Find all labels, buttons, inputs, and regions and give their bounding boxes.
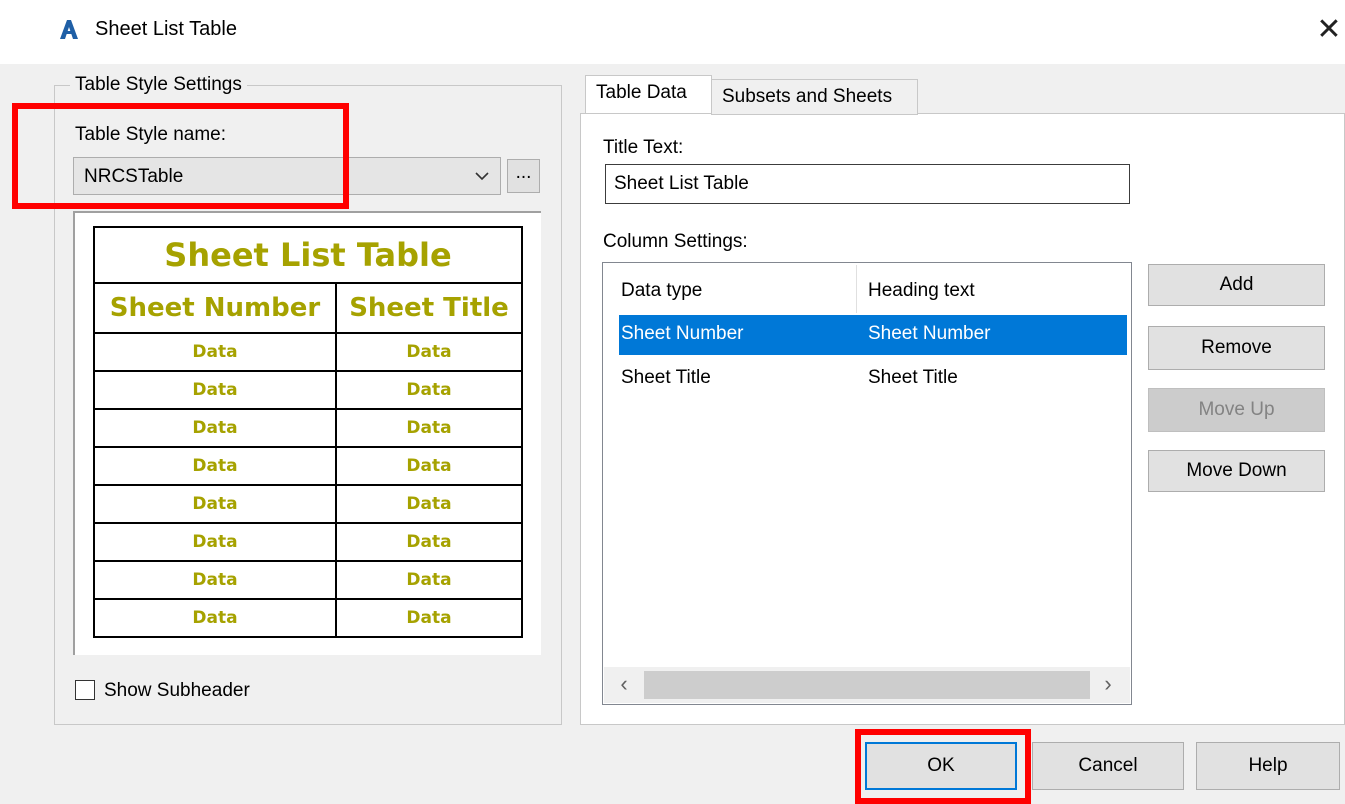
browse-style-button[interactable]: ... [507,159,540,193]
horizontal-scrollbar[interactable]: ‹ › [604,667,1130,703]
preview-header-sheet-title: Sheet Title [335,282,523,334]
tab-table-data[interactable]: Table Data [585,75,712,113]
table-style-value: NRCSTable [84,166,184,187]
autocad-a-icon [60,20,78,39]
preview-data-cell: Data [93,522,337,562]
preview-data-cell: Data [93,598,337,638]
column-header-data-type[interactable]: Data type [621,269,702,313]
cancel-button[interactable]: Cancel [1032,742,1184,790]
list-item[interactable]: Sheet Title Sheet Title [619,359,1127,399]
scroll-left-icon[interactable]: ‹ [606,667,642,703]
window-title: Sheet List Table [95,18,237,40]
preview-data-row: Data Data [93,332,523,372]
preview-data-rows: Data Data Data Data Data Data Data Data Data Data… [93,332,523,638]
table-style-settings-label: Table Style Settings [70,74,247,96]
preview-data-row: Data Data [93,560,523,600]
preview-data-row: Data Data [93,598,523,638]
preview-data-cell: Data [93,370,337,410]
preview-data-cell: Data [335,370,523,410]
scroll-right-icon[interactable]: › [1090,667,1126,703]
column-divider[interactable] [856,265,857,313]
preview-data-cell: Data [335,522,523,562]
close-icon[interactable]: ✕ [1312,10,1345,50]
preview-data-cell: Data [93,484,337,524]
title-text-input[interactable] [614,173,1114,195]
preview-data-row: Data Data [93,522,523,562]
cell-data-type: Sheet Title [621,367,711,388]
cell-heading-text: Sheet Number [868,323,991,344]
title-text-label: Title Text: [603,137,684,158]
preview-data-cell: Data [335,484,523,524]
title-bar: Sheet List Table ✕ [0,0,1345,64]
preview-data-cell: Data [335,560,523,600]
preview-header-sheet-number: Sheet Number [93,282,337,334]
preview-data-row: Data Data [93,446,523,486]
table-style-name-label: Table Style name: [75,124,227,145]
preview-data-cell: Data [335,446,523,486]
ok-button[interactable]: OK [865,742,1017,790]
preview-data-cell: Data [93,560,337,600]
show-subheader-checkbox[interactable] [75,680,95,700]
list-item[interactable]: Sheet Number Sheet Number [619,315,1127,355]
help-button[interactable]: Help [1196,742,1340,790]
scroll-thumb[interactable] [644,671,1090,699]
column-header-heading-text[interactable]: Heading text [868,269,975,313]
preview-data-cell: Data [93,332,337,372]
cell-data-type: Sheet Number [621,323,744,344]
preview-data-cell: Data [335,408,523,448]
show-subheader-label[interactable]: Show Subheader [104,680,250,702]
remove-button[interactable]: Remove [1148,326,1325,370]
title-text-field[interactable] [605,164,1130,204]
add-button[interactable]: Add [1148,264,1325,306]
preview-data-cell: Data [335,598,523,638]
preview-data-row: Data Data [93,484,523,524]
preview-data-cell: Data [335,332,523,372]
chevron-down-icon [475,172,489,181]
preview-title: Sheet List Table [93,226,523,284]
cell-heading-text: Sheet Title [868,367,958,388]
preview-data-cell: Data [93,446,337,486]
table-style-dropdown[interactable]: NRCSTable [73,157,501,195]
table-preview: Sheet List Table Sheet Number Sheet Titl… [73,211,541,655]
tab-subsets-and-sheets[interactable]: Subsets and Sheets [711,79,918,115]
preview-data-row: Data Data [93,370,523,410]
preview-table: Sheet List Table Sheet Number Sheet Titl… [93,226,523,638]
move-down-button[interactable]: Move Down [1148,450,1325,492]
column-settings-label: Column Settings: [603,231,748,252]
preview-data-row: Data Data [93,408,523,448]
move-up-button[interactable]: Move Up [1148,388,1325,432]
preview-data-cell: Data [93,408,337,448]
column-settings-list[interactable]: Data type Heading text Sheet Number Shee… [602,262,1132,705]
